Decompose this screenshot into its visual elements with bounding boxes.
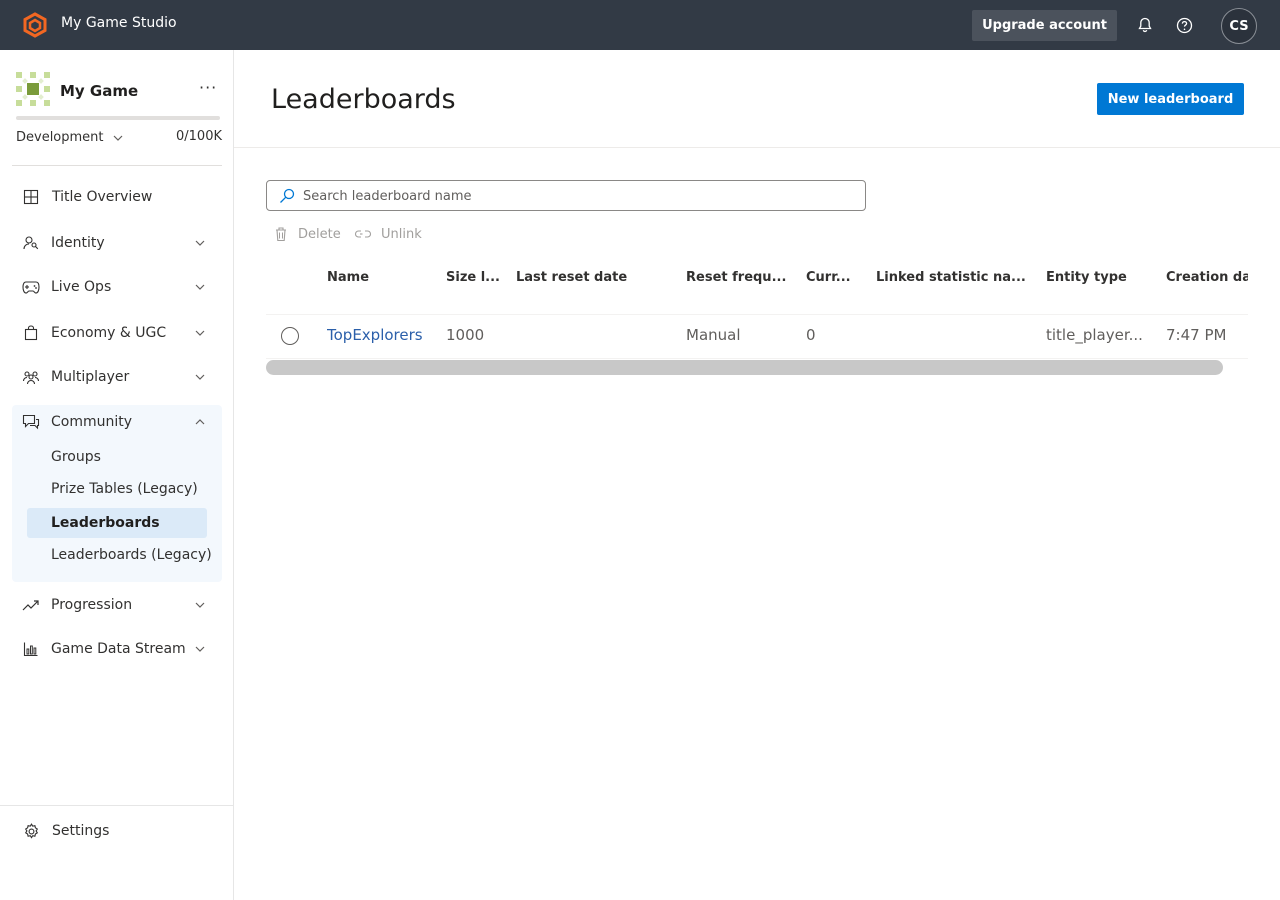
gear-icon	[22, 822, 40, 840]
sidebar-subitem-prize-tables[interactable]: Prize Tables (Legacy)	[51, 475, 198, 503]
game-logo-icon	[16, 72, 50, 106]
more-options-icon[interactable]: ···	[199, 78, 217, 97]
table-divider	[266, 314, 1248, 315]
sidebar-item-label: Economy & UGC	[51, 325, 167, 341]
sidebar-item-game-data-stream[interactable]: Game Data Stream	[12, 631, 222, 667]
search-input[interactable]	[303, 186, 843, 206]
sidebar-item-label: Game Data Stream	[51, 641, 186, 657]
column-header-name[interactable]: Name	[327, 270, 427, 285]
cell-current: 0	[806, 326, 816, 344]
sidebar-item-multiplayer[interactable]: Multiplayer	[12, 359, 222, 395]
people-icon	[22, 368, 40, 386]
sidebar-item-economy-ugc[interactable]: Economy & UGC	[12, 315, 222, 351]
game-name[interactable]: My Game	[60, 82, 138, 100]
chevron-down-icon	[193, 280, 207, 294]
column-header-entity-type[interactable]: Entity type	[1046, 270, 1156, 285]
sidebar-item-community[interactable]: Community	[12, 404, 222, 440]
column-header-linked-statistic[interactable]: Linked statistic na...	[876, 270, 1036, 285]
chevron-down-icon	[193, 642, 207, 656]
bell-icon[interactable]	[1135, 15, 1155, 35]
sidebar-item-label: Multiplayer	[51, 369, 130, 385]
sidebar-item-label: Community	[51, 414, 133, 430]
top-bar: My Game Studio Upgrade account CS	[0, 0, 1280, 50]
chevron-down-icon	[113, 135, 122, 141]
sidebar-item-settings[interactable]: Settings	[12, 813, 222, 849]
delete-label: Delete	[298, 226, 341, 242]
sidebar-item-label: Title Overview	[52, 189, 153, 205]
unlink-button[interactable]: Unlink	[354, 225, 422, 243]
sidebar-item-label: Identity	[51, 235, 105, 251]
grid-icon	[22, 188, 40, 206]
unlink-icon	[354, 230, 372, 238]
sidebar-divider	[12, 165, 222, 166]
help-icon[interactable]	[1174, 15, 1194, 35]
sidebar-item-live-ops[interactable]: Live Ops	[12, 269, 222, 305]
bar-chart-icon	[22, 640, 40, 658]
header-divider	[234, 147, 1280, 148]
column-header-creation-date[interactable]: Creation da	[1166, 270, 1248, 285]
cell-size: 1000	[446, 326, 485, 344]
cell-reset-frequency: Manual	[686, 326, 741, 344]
chevron-down-icon	[193, 598, 207, 612]
usage-bar	[16, 116, 220, 120]
upgrade-account-button[interactable]: Upgrade account	[972, 10, 1117, 41]
column-header-size[interactable]: Size l...	[446, 270, 506, 285]
shopping-bag-icon	[22, 324, 40, 342]
sidebar-subitem-leaderboards-legacy[interactable]: Leaderboards (Legacy)	[51, 541, 212, 569]
horizontal-scrollbar[interactable]	[266, 360, 1223, 375]
usage-count: 0/100K	[176, 129, 222, 144]
cell-creation-date: 7:47 PM	[1166, 326, 1227, 344]
sidebar-item-label: Progression	[51, 597, 133, 613]
studio-name[interactable]: My Game Studio	[61, 15, 177, 31]
chevron-up-icon	[193, 415, 207, 429]
page-title: Leaderboards	[271, 84, 456, 115]
environment-label: Development	[16, 130, 104, 145]
environment-selector[interactable]: Development	[16, 130, 124, 145]
chevron-down-icon	[193, 236, 207, 250]
sidebar-item-label: Live Ops	[51, 279, 112, 295]
gamepad-icon	[22, 278, 40, 296]
sidebar: My Game ··· Development 0/100K Title Ove…	[0, 50, 234, 900]
sidebar-divider	[0, 805, 233, 806]
playfab-logo-icon[interactable]	[22, 12, 48, 38]
sidebar-item-progression[interactable]: Progression	[12, 587, 222, 623]
trend-icon	[22, 596, 40, 614]
sidebar-subitem-leaderboards[interactable]: Leaderboards	[51, 509, 160, 537]
sidebar-item-identity[interactable]: Identity	[12, 225, 222, 261]
sidebar-subitem-groups[interactable]: Groups	[51, 443, 101, 471]
chevron-down-icon	[193, 370, 207, 384]
cell-entity-type: title_player...	[1046, 326, 1143, 344]
user-avatar[interactable]: CS	[1221, 8, 1257, 44]
column-header-reset-frequency[interactable]: Reset frequ...	[686, 270, 796, 285]
column-header-last-reset[interactable]: Last reset date	[516, 270, 676, 285]
person-key-icon	[22, 234, 40, 252]
new-leaderboard-button[interactable]: New leaderboard	[1097, 83, 1244, 115]
column-header-current[interactable]: Curr...	[806, 270, 866, 285]
search-box[interactable]	[266, 180, 866, 211]
chevron-down-icon	[193, 326, 207, 340]
unlink-label: Unlink	[381, 226, 422, 242]
delete-button[interactable]: Delete	[274, 225, 341, 243]
leaderboards-table: Name Size l... Last reset date Reset fre…	[266, 258, 1248, 378]
sidebar-item-title-overview[interactable]: Title Overview	[12, 179, 222, 215]
table-divider	[266, 358, 1248, 359]
sidebar-item-label: Settings	[52, 823, 110, 839]
trash-icon	[276, 227, 286, 242]
leaderboard-name-link[interactable]: TopExplorers	[327, 326, 437, 344]
chat-icon	[22, 413, 40, 431]
search-icon	[280, 188, 295, 203]
row-select-radio[interactable]	[281, 327, 299, 345]
